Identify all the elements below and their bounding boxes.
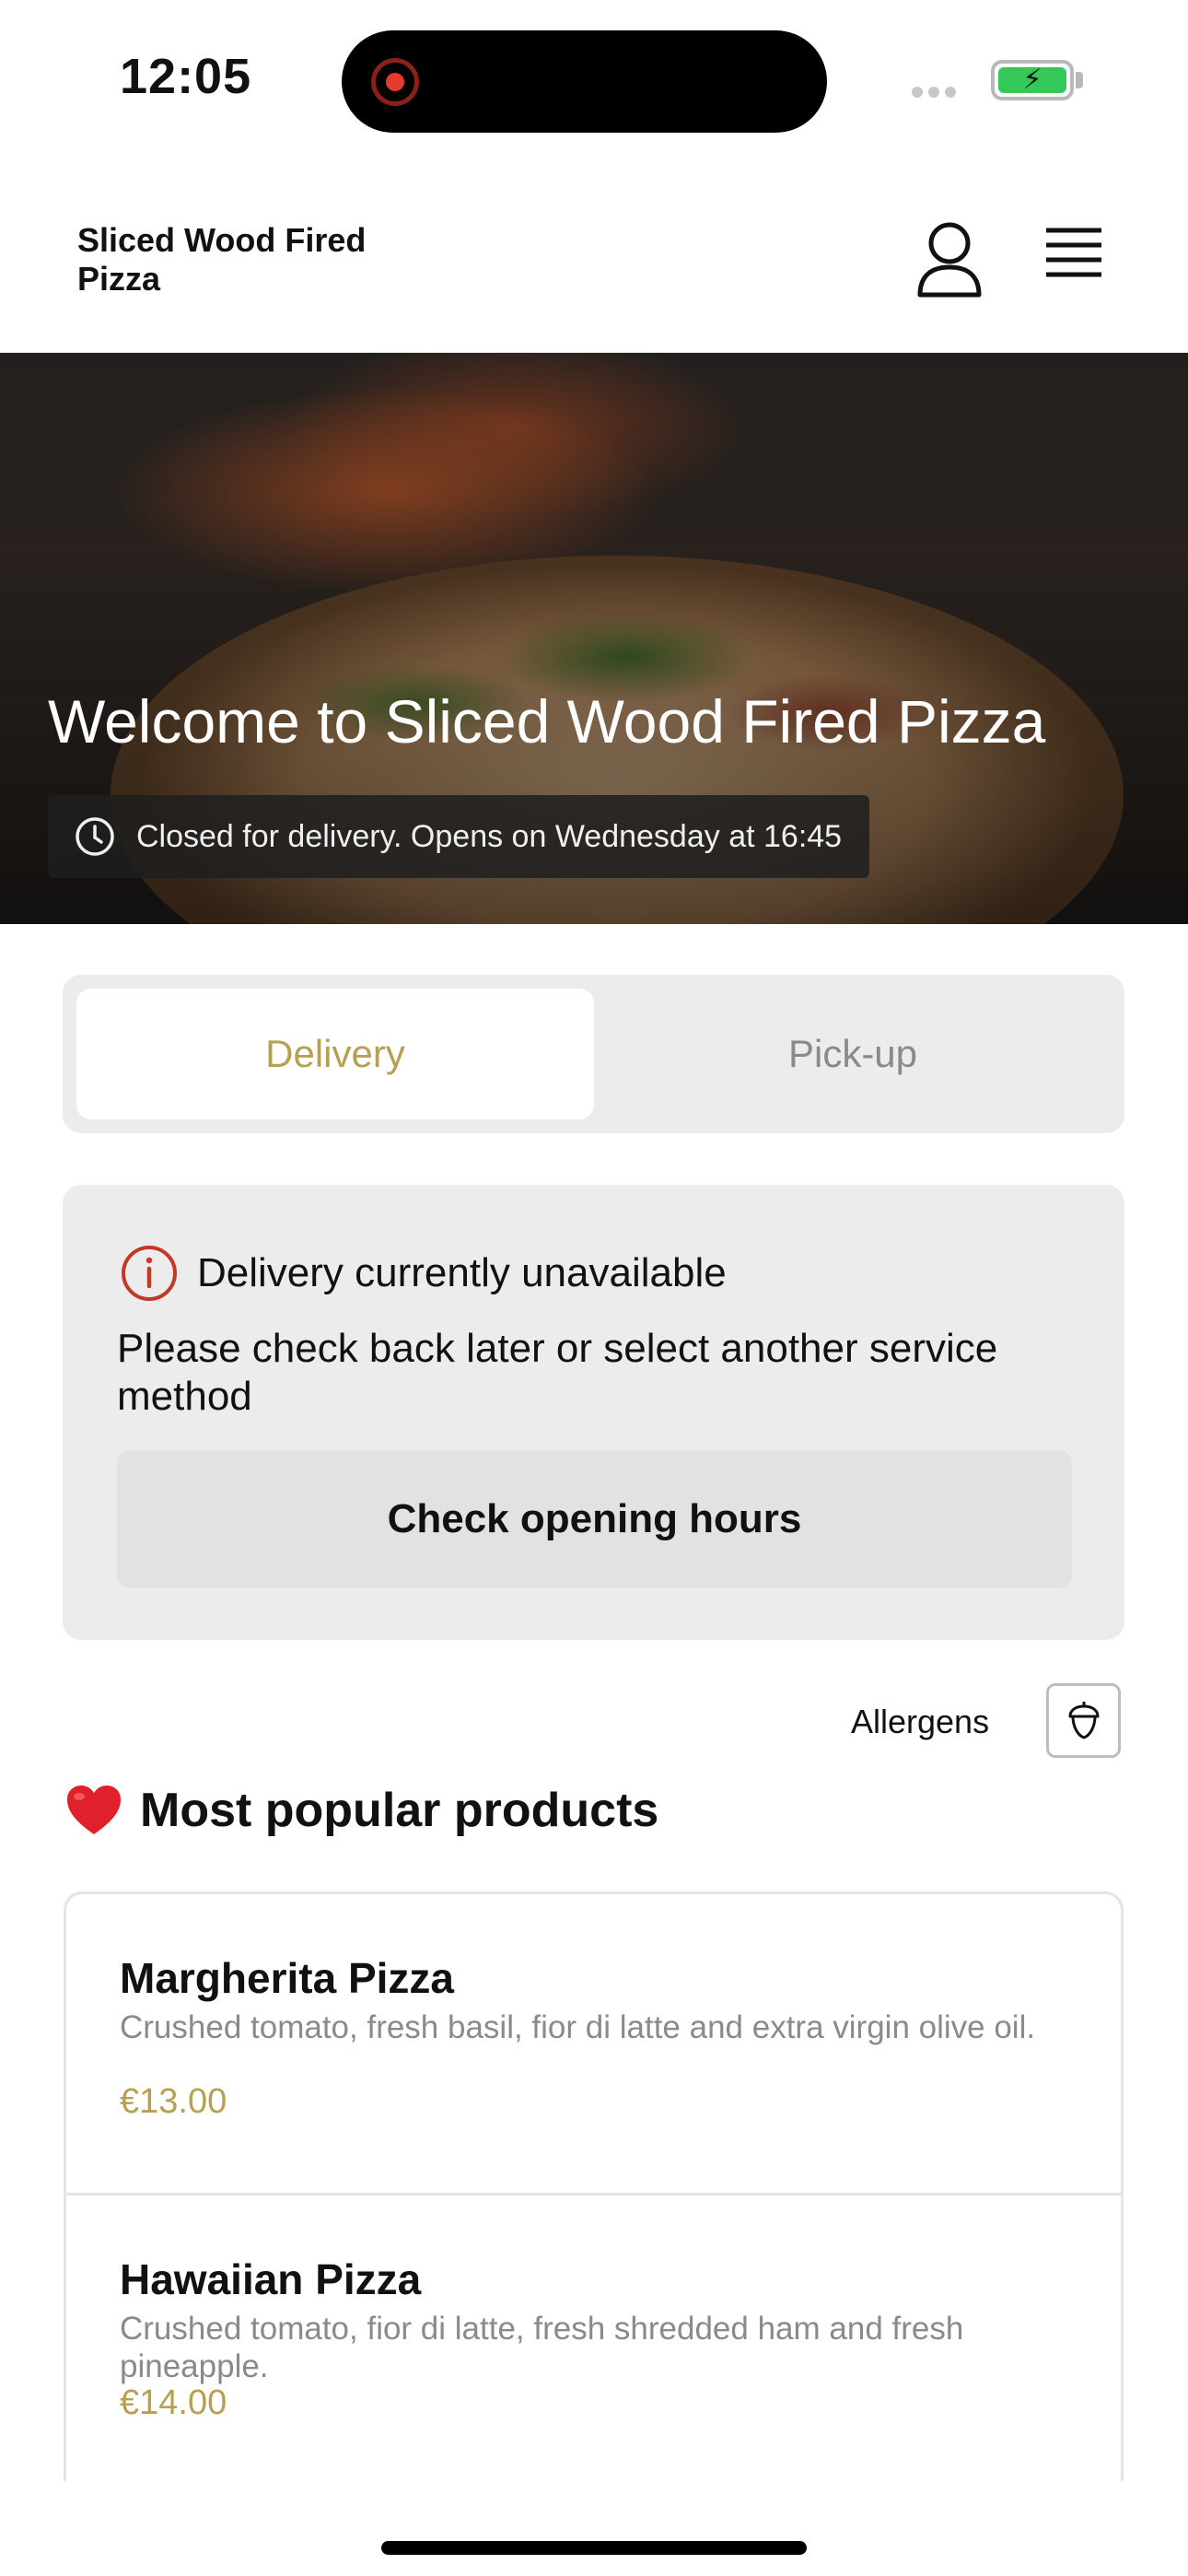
hours-notice: Closed for delivery. Opens on Wednesday … bbox=[48, 795, 870, 878]
record-icon bbox=[371, 58, 419, 106]
heart-icon bbox=[67, 1786, 121, 1834]
allergens-button[interactable] bbox=[1046, 1683, 1121, 1758]
section-title: Most popular products bbox=[140, 1784, 659, 1837]
menu-button[interactable] bbox=[1041, 225, 1107, 284]
battery-cap bbox=[1076, 72, 1083, 88]
product-card[interactable]: Margherita Pizza Crushed tomato, fresh b… bbox=[66, 1894, 1121, 2193]
status-bar: 12:05 ⚡ bbox=[0, 0, 1188, 166]
product-price: €13.00 bbox=[120, 2082, 227, 2121]
allergens-label[interactable]: Allergens bbox=[851, 1703, 989, 1741]
product-name: Hawaiian Pizza bbox=[120, 2255, 422, 2303]
brand-name[interactable]: Sliced Wood Fired Pizza bbox=[77, 221, 409, 299]
product-list: Margherita Pizza Crushed tomato, fresh b… bbox=[64, 1891, 1124, 2481]
hours-notice-text: Closed for delivery. Opens on Wednesday … bbox=[136, 818, 843, 854]
unavailable-heading: Delivery currently unavailable bbox=[120, 1244, 727, 1303]
home-indicator[interactable] bbox=[381, 2541, 807, 2555]
tab-delivery[interactable]: Delivery bbox=[76, 989, 594, 1119]
info-icon bbox=[122, 1246, 177, 1301]
product-card[interactable]: Hawaiian Pizza Crushed tomato, fior di l… bbox=[66, 2193, 1121, 2481]
acorn-icon bbox=[1068, 1701, 1099, 1739]
status-time: 12:05 bbox=[120, 49, 252, 104]
product-description: Crushed tomato, fior di latte, fresh shr… bbox=[120, 2311, 964, 2384]
dynamic-island bbox=[342, 30, 827, 133]
check-opening-hours-button[interactable]: Check opening hours bbox=[117, 1450, 1072, 1588]
account-button[interactable] bbox=[914, 219, 984, 299]
signal-icon bbox=[912, 86, 973, 98]
product-name: Margherita Pizza bbox=[120, 1954, 454, 2002]
hero-banner: Welcome to Sliced Wood Fired Pizza Close… bbox=[0, 353, 1188, 924]
app-header: Sliced Wood Fired Pizza bbox=[0, 166, 1188, 353]
service-toggle: Delivery Pick-up bbox=[63, 975, 1124, 1133]
menu-icon bbox=[1046, 228, 1101, 277]
user-icon bbox=[917, 222, 982, 298]
hero-title: Welcome to Sliced Wood Fired Pizza bbox=[48, 687, 1046, 755]
tab-pickup[interactable]: Pick-up bbox=[594, 989, 1112, 1119]
delivery-unavailable-card: Delivery currently unavailable Please ch… bbox=[63, 1185, 1124, 1640]
product-description: Crushed tomato, fresh basil, fior di lat… bbox=[120, 2009, 1036, 2045]
section-heading: Most popular products bbox=[64, 1783, 658, 1838]
unavailable-message: Please check back later or select anothe… bbox=[117, 1326, 998, 1419]
clock-icon bbox=[76, 817, 114, 856]
unavailable-title: Delivery currently unavailable bbox=[197, 1250, 727, 1295]
battery-icon: ⚡ bbox=[991, 60, 1074, 100]
product-price: €14.00 bbox=[120, 2383, 227, 2422]
